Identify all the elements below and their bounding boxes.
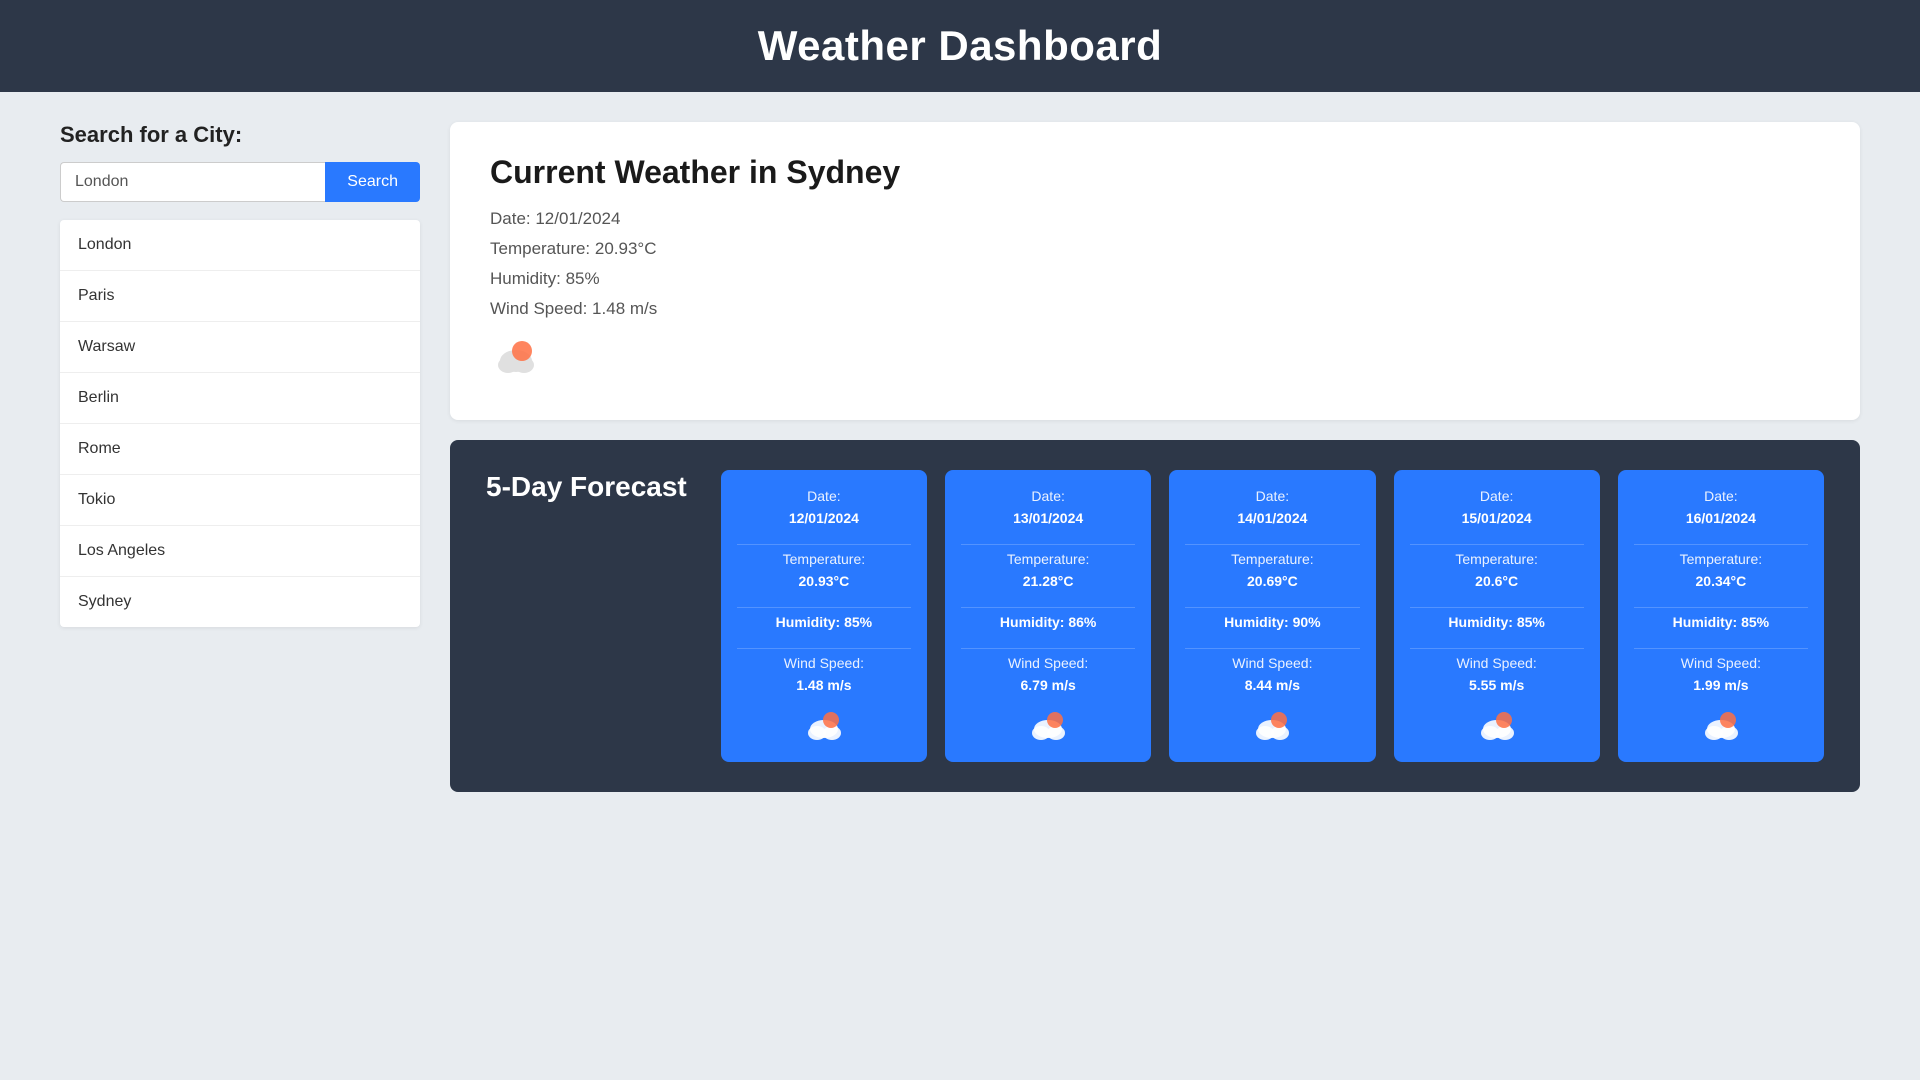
app-header: Weather Dashboard [0, 0, 1920, 92]
city-item[interactable]: London [60, 220, 420, 271]
forecast-title: 5-Day Forecast [486, 470, 687, 504]
fc-wind-label: Wind Speed: [1681, 655, 1761, 671]
forecast-weather-icon [804, 709, 844, 748]
current-date: Date: 12/01/2024 [490, 209, 1820, 229]
fc-temp-value: 20.93°C [799, 573, 850, 589]
fc-humidity: Humidity: 85% [776, 614, 872, 630]
forecast-section: 5-Day Forecast Date: 12/01/2024 Temperat… [450, 440, 1860, 792]
fc-date-label: Date: [807, 488, 840, 504]
fc-temp-value: 20.69°C [1247, 573, 1298, 589]
fc-date-value: 13/01/2024 [1013, 510, 1083, 526]
right-panel: Current Weather in Sydney Date: 12/01/20… [450, 122, 1860, 792]
search-input[interactable] [60, 162, 325, 202]
current-wind: Wind Speed: 1.48 m/s [490, 299, 1820, 319]
fc-temp-value: 20.34°C [1696, 573, 1747, 589]
app-title: Weather Dashboard [758, 22, 1163, 69]
current-temperature: Temperature: 20.93°C [490, 239, 1820, 259]
forecast-weather-icon [1701, 709, 1741, 748]
fc-date-value: 15/01/2024 [1462, 510, 1532, 526]
fc-temp-label: Temperature: [783, 551, 865, 567]
forecast-weather-icon [1028, 709, 1068, 748]
city-item[interactable]: Berlin [60, 373, 420, 424]
fc-temp-label: Temperature: [1680, 551, 1762, 567]
fc-date-value: 14/01/2024 [1237, 510, 1307, 526]
forecast-card: Date: 12/01/2024 Temperature: 20.93°C Hu… [721, 470, 927, 762]
fc-humidity: Humidity: 90% [1224, 614, 1320, 630]
city-item[interactable]: Paris [60, 271, 420, 322]
fc-wind-label: Wind Speed: [784, 655, 864, 671]
city-item[interactable]: Sydney [60, 577, 420, 627]
fc-wind-value: 6.79 m/s [1021, 677, 1076, 693]
search-row: Search [60, 162, 420, 202]
current-weather-icon [490, 335, 1820, 384]
city-item[interactable]: Rome [60, 424, 420, 475]
city-item[interactable]: Tokio [60, 475, 420, 526]
fc-date-value: 12/01/2024 [789, 510, 859, 526]
forecast-weather-icon [1477, 709, 1517, 748]
forecast-cards: Date: 12/01/2024 Temperature: 20.93°C Hu… [721, 470, 1824, 762]
fc-date-label: Date: [1480, 488, 1513, 504]
fc-temp-value: 21.28°C [1023, 573, 1074, 589]
forecast-card: Date: 15/01/2024 Temperature: 20.6°C Hum… [1394, 470, 1600, 762]
fc-date-label: Date: [1704, 488, 1737, 504]
fc-temp-label: Temperature: [1231, 551, 1313, 567]
fc-date-value: 16/01/2024 [1686, 510, 1756, 526]
city-list: LondonParisWarsawBerlinRomeTokioLos Ange… [60, 220, 420, 627]
forecast-card: Date: 14/01/2024 Temperature: 20.69°C Hu… [1169, 470, 1375, 762]
current-city-title: Current Weather in Sydney [490, 154, 1820, 191]
fc-humidity: Humidity: 85% [1673, 614, 1769, 630]
city-item[interactable]: Los Angeles [60, 526, 420, 577]
main-layout: Search for a City: Search LondonParisWar… [0, 92, 1920, 822]
fc-temp-label: Temperature: [1455, 551, 1537, 567]
fc-humidity: Humidity: 85% [1448, 614, 1544, 630]
forecast-card: Date: 13/01/2024 Temperature: 21.28°C Hu… [945, 470, 1151, 762]
forecast-weather-icon [1252, 709, 1292, 748]
current-humidity: Humidity: 85% [490, 269, 1820, 289]
fc-wind-value: 8.44 m/s [1245, 677, 1300, 693]
fc-date-label: Date: [1256, 488, 1289, 504]
fc-date-label: Date: [1031, 488, 1064, 504]
fc-wind-value: 1.99 m/s [1693, 677, 1748, 693]
fc-temp-label: Temperature: [1007, 551, 1089, 567]
fc-wind-label: Wind Speed: [1008, 655, 1088, 671]
current-weather-card: Current Weather in Sydney Date: 12/01/20… [450, 122, 1860, 420]
fc-wind-value: 5.55 m/s [1469, 677, 1524, 693]
fc-wind-label: Wind Speed: [1457, 655, 1537, 671]
search-label: Search for a City: [60, 122, 420, 148]
fc-wind-label: Wind Speed: [1232, 655, 1312, 671]
fc-wind-value: 1.48 m/s [796, 677, 851, 693]
fc-temp-value: 20.6°C [1475, 573, 1518, 589]
fc-humidity: Humidity: 86% [1000, 614, 1096, 630]
search-button[interactable]: Search [325, 162, 420, 202]
sidebar: Search for a City: Search LondonParisWar… [60, 122, 420, 792]
city-item[interactable]: Warsaw [60, 322, 420, 373]
forecast-card: Date: 16/01/2024 Temperature: 20.34°C Hu… [1618, 470, 1824, 762]
